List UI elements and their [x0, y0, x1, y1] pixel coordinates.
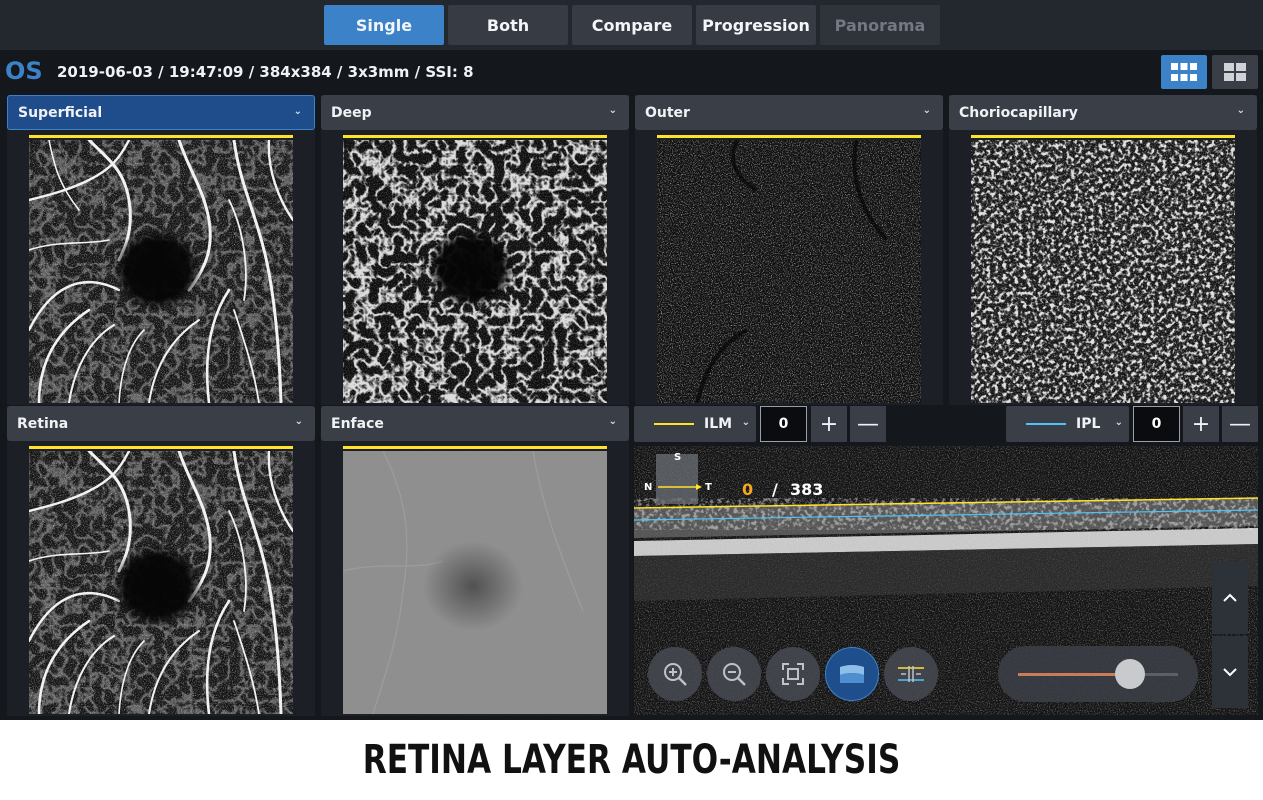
panel-superficial: Superficial ⌄	[7, 95, 315, 405]
layout-four-button[interactable]	[1212, 55, 1258, 89]
enface-view[interactable]	[343, 446, 607, 714]
layer-select-deep[interactable]: Deep ⌄	[321, 95, 629, 130]
plus-icon: +	[819, 411, 839, 437]
total-slices: 383	[790, 480, 824, 499]
grid-4-icon	[1224, 63, 1246, 81]
tab-panorama[interactable]: Panorama	[820, 5, 940, 45]
segmentation-line	[657, 135, 921, 138]
panel-choriocapillary: Choriocapillary ⌄	[949, 95, 1257, 405]
layout-six-button[interactable]	[1161, 55, 1207, 89]
panel-title: Deep	[331, 104, 372, 121]
slider-fill	[1018, 673, 1130, 676]
panel-title: Retina	[17, 415, 69, 432]
layer-select-choriocapillary[interactable]: Choriocapillary ⌄	[949, 95, 1257, 130]
chevron-down-icon: ⌄	[293, 106, 302, 117]
layer-select-outer[interactable]: Outer ⌄	[635, 95, 943, 130]
oct-angio-app: Single Both Compare Progression Panorama…	[0, 0, 1263, 720]
superficial-image	[29, 140, 293, 403]
current-slice-number: 0	[742, 480, 754, 499]
upper-offset-minus-button[interactable]: —	[850, 406, 886, 442]
panel-outer: Outer ⌄	[635, 95, 943, 405]
retina-image	[29, 451, 293, 714]
segmentation-line	[29, 446, 293, 449]
brightness-slider[interactable]	[998, 646, 1198, 702]
zoom-in-icon	[664, 663, 687, 686]
chevron-up-icon	[1223, 593, 1237, 602]
caption-title: RETINA LAYER AUTO-ANALYSIS	[138, 720, 1125, 800]
chevron-down-icon: ⌄	[608, 416, 617, 427]
deep-image	[343, 140, 607, 403]
slice-up-button[interactable]	[1212, 562, 1248, 634]
chevron-down-icon: ⌄	[608, 105, 617, 116]
zoom-out-icon	[723, 663, 746, 686]
chevron-down-icon: ⌄	[1114, 417, 1123, 428]
segmentation-line	[29, 135, 293, 138]
eye-label: OS	[5, 57, 43, 85]
tab-single[interactable]: Single	[324, 5, 444, 45]
tab-both[interactable]: Both	[448, 5, 568, 45]
plus-icon: +	[1191, 411, 1211, 437]
lower-boundary-label: IPL	[1076, 416, 1101, 432]
panel-title: Choriocapillary	[959, 104, 1078, 121]
orientation-nasal: N	[644, 482, 653, 493]
lower-offset-input[interactable]: 0	[1133, 406, 1180, 442]
fit-screen-icon	[782, 663, 804, 685]
zoom-in-button[interactable]	[648, 647, 702, 701]
chevron-down-icon: ⌄	[922, 105, 931, 116]
segmentation-line	[343, 446, 607, 449]
enface-image	[343, 451, 607, 714]
lower-boundary-select[interactable]: IPL ⌄	[1006, 406, 1129, 442]
ilm-line-swatch	[654, 423, 694, 425]
lower-offset-minus-button[interactable]: —	[1222, 406, 1258, 442]
panel-title: Enface	[331, 415, 384, 432]
mode-tab-bar: Single Both Compare Progression Panorama	[0, 0, 1263, 50]
grid-6-icon	[1171, 63, 1197, 81]
panel-title: Outer	[645, 104, 690, 121]
scan-metadata: 2019-06-03 / 19:47:09 / 384x384 / 3x3mm …	[57, 63, 474, 81]
orientation-superior: S	[674, 452, 682, 463]
angiogram-deep[interactable]	[343, 135, 607, 403]
layer-select-superficial[interactable]: Superficial ⌄	[7, 95, 315, 130]
angiogram-outer[interactable]	[657, 135, 921, 403]
upper-offset-input[interactable]: 0	[760, 406, 807, 442]
chevron-down-icon	[1223, 668, 1237, 677]
slider-handle[interactable]	[1115, 659, 1145, 689]
lower-offset-plus-button[interactable]: +	[1183, 406, 1219, 442]
segmentation-line	[971, 135, 1235, 138]
chevron-down-icon: ⌄	[1236, 105, 1245, 116]
orientation-temporal: T	[705, 482, 712, 493]
angiogram-choriocapillary[interactable]	[971, 135, 1235, 403]
slice-down-button[interactable]	[1212, 636, 1248, 708]
panel-deep: Deep ⌄	[321, 95, 629, 405]
tab-progression[interactable]: Progression	[696, 5, 816, 45]
layers-icon	[840, 665, 864, 683]
layer-select-enface[interactable]: Enface ⌄	[321, 406, 629, 441]
fit-to-screen-button[interactable]	[766, 647, 820, 701]
upper-boundary-select[interactable]: ILM ⌄	[634, 406, 756, 442]
layer-select-retina[interactable]: Retina ⌄	[7, 406, 315, 441]
upper-boundary-label: ILM	[704, 416, 733, 432]
flatten-button[interactable]	[884, 647, 938, 701]
angiogram-superficial[interactable]	[29, 135, 293, 403]
angiogram-retina[interactable]	[29, 446, 293, 714]
scan-info-row: OS 2019-06-03 / 19:47:09 / 384x384 / 3x3…	[0, 55, 1263, 91]
flatten-icon	[898, 666, 924, 682]
upper-offset-plus-button[interactable]: +	[811, 406, 847, 442]
segmentation-line	[343, 135, 607, 138]
zoom-out-button[interactable]	[707, 647, 761, 701]
chevron-down-icon: ⌄	[741, 417, 750, 428]
outer-image	[657, 140, 921, 403]
minus-icon: —	[857, 411, 879, 437]
panel-title: Superficial	[18, 104, 103, 121]
chevron-down-icon: ⌄	[294, 416, 303, 427]
ipl-line-swatch	[1026, 423, 1066, 425]
panel-retina: Retina ⌄	[7, 406, 315, 716]
tab-compare[interactable]: Compare	[572, 5, 692, 45]
layer-overlay-button[interactable]	[825, 647, 879, 701]
minus-icon: —	[1229, 411, 1251, 437]
panel-enface: Enface ⌄	[321, 406, 629, 716]
slice-separator: /	[772, 480, 778, 499]
choriocapillary-image	[971, 140, 1235, 403]
